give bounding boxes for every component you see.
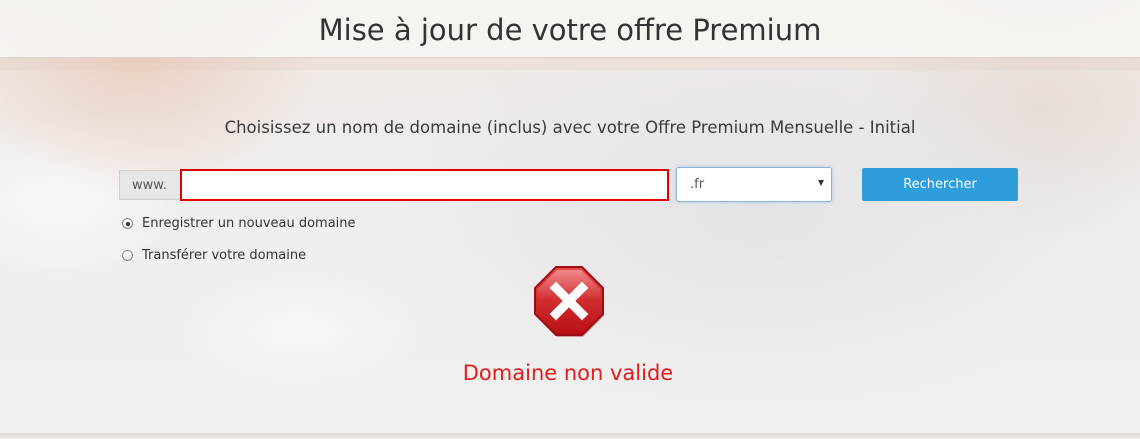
error-stop-icon [532,264,606,338]
www-prefix-label: www. [119,170,180,200]
selected-extension: .fr [690,177,705,192]
domain-extension-select[interactable]: .fr [676,167,832,202]
option-transfer-label: Transférer votre domaine [142,248,307,263]
option-transfer-domain[interactable]: Transférer votre domaine [122,248,306,263]
error-message: Domaine non valide [462,361,674,385]
domain-instructions: Choisissez un nom de domaine (inclus) av… [224,118,916,137]
search-button[interactable]: Rechercher [862,168,1018,201]
radio-register-new-domain[interactable] [122,218,133,229]
page-title: Mise à jour de votre offre Premium [318,12,822,47]
bottom-divider [0,433,1140,439]
domain-name-input[interactable] [180,169,669,201]
title-bar: Mise à jour de votre offre Premium [0,0,1140,58]
chevron-down-icon [818,180,824,186]
radio-transfer-domain[interactable] [122,250,133,261]
option-register-new-domain[interactable]: Enregistrer un nouveau domaine [122,216,356,231]
option-register-label: Enregistrer un nouveau domaine [142,216,356,231]
